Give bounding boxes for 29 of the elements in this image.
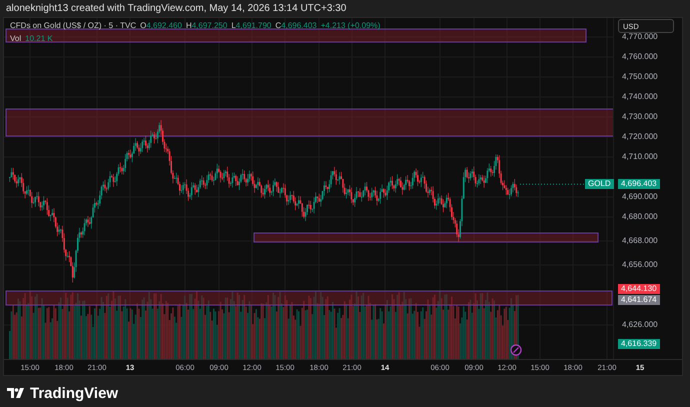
volume-value: 10.21 K: [25, 34, 53, 42]
price-badge: 4,696.403: [618, 179, 660, 190]
price-badge: 4,616.339: [618, 339, 660, 350]
price-tick: 4,770.000: [622, 32, 658, 41]
price-tick: 4,680.000: [622, 212, 658, 221]
price-tick: 4,668.000: [622, 236, 658, 245]
price-tick: 4,690.000: [622, 192, 658, 201]
change-value: +4.213 (+0.09%): [320, 20, 380, 30]
price-tick: 4,740.000: [622, 92, 658, 101]
price-tick: 4,720.000: [622, 132, 658, 141]
price-tick: 4,626.000: [622, 320, 658, 329]
price-tick: 4,710.000: [622, 152, 658, 161]
price-badge: 4,641.674: [618, 294, 660, 305]
slash-circle-icon[interactable]: [510, 344, 522, 356]
price-tick: 4,656.000: [622, 260, 658, 269]
price-tick: 4,730.000: [622, 112, 658, 121]
symbol-badge: GOLD: [585, 179, 614, 190]
ohlc-value: L4,691.790: [231, 20, 272, 30]
symbol-title: CFDs on Gold (US$ / OZ) · 5 · TVC: [10, 20, 136, 30]
logo-icon: [7, 388, 25, 398]
price-tick: 4,750.000: [622, 72, 658, 81]
chart-caption: aloneknight13 created with TradingView.com, May 14, 2026 13:14 UTC+3:30: [6, 3, 346, 14]
ohlc-value: C4,696.403: [275, 20, 317, 30]
logo-text: TradingView: [30, 384, 118, 402]
price-badge: 4,644.130: [618, 284, 660, 294]
volume-label: Vol: [10, 34, 22, 42]
ohlc-value: O4,692.460: [140, 20, 182, 30]
price-tick: 4,760.000: [622, 52, 658, 61]
ohlc-value: H4,697.250: [186, 20, 228, 30]
